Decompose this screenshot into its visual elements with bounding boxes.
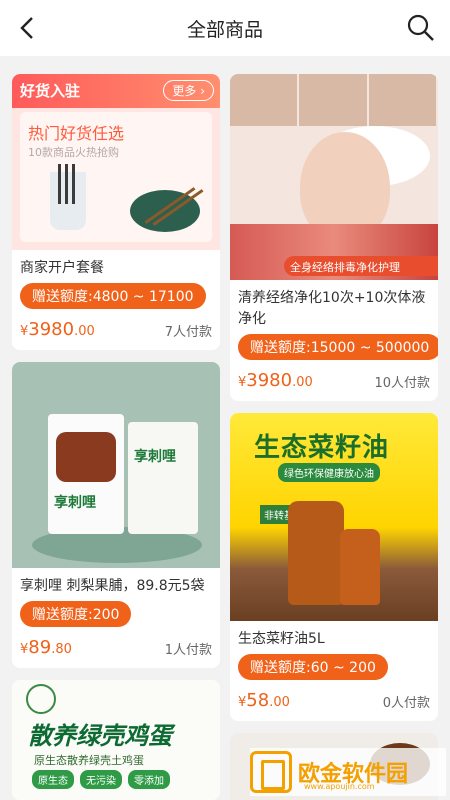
feature-chip: 原生态: [32, 770, 74, 789]
product-image: 好货入驻 更多 › 热门好货任选 10款商品火热抢购: [12, 74, 220, 250]
snack-bag-image: 享刺哩: [128, 422, 198, 534]
quota-badge: 赠送额度:15000 ~ 500000: [238, 334, 438, 360]
bag-label: 享刺哩: [134, 449, 176, 465]
image-subtitle: 绿色环保健康放心油: [278, 463, 380, 482]
more-button[interactable]: 更多 ›: [163, 80, 214, 101]
page-title: 全部商品: [186, 18, 263, 41]
brand-logo-icon: [26, 684, 56, 714]
product-price: ¥89.80: [20, 637, 72, 658]
product-column-right: 全身经络排毒净化护理 清养经络净化10次+10次体液净化 赠送额度:15000 …: [230, 74, 438, 800]
product-image: 散养绿壳鸡蛋 原生态散养绿壳土鸡蛋 原生态 无污染 零添加: [12, 680, 220, 800]
promo-header: 好货入驻 更多 ›: [12, 74, 220, 108]
oil-bottle-image: [340, 529, 380, 605]
watermark: 欧金软件园 www.apoujin.com: [250, 748, 446, 796]
product-price: ¥58.00: [238, 690, 290, 711]
top-bar: 全部商品: [0, 0, 450, 56]
image-subtitle: 原生态散养绿壳土鸡蛋: [34, 754, 144, 767]
product-name: 享刺哩 刺梨果脯，89.8元5袋: [20, 578, 205, 594]
product-price: ¥3980.00: [238, 370, 313, 391]
snack-bag-image: 享刺哩: [48, 414, 124, 534]
product-name: 商家开户套餐: [20, 260, 104, 276]
chopstick-holder-image: [50, 172, 86, 230]
product-image: 生态菜籽油 绿色环保健康放心油 非转基因: [230, 413, 438, 621]
product-image: 享刺哩 享刺哩: [12, 362, 220, 568]
product-price: ¥3980.00: [20, 319, 95, 340]
feature-chip: 无污染: [80, 770, 122, 789]
paid-count: 0人付款: [382, 696, 430, 711]
promo-headline: 热门好货任选: [28, 124, 125, 143]
quota-badge: 赠送额度:200: [20, 601, 132, 627]
feature-chip: 零添加: [128, 770, 170, 789]
paid-count: 7人付款: [164, 325, 212, 340]
product-card[interactable]: 散养绿壳鸡蛋 原生态散养绿壳土鸡蛋 原生态 无污染 零添加: [12, 680, 220, 800]
promo-badge: 好货入驻: [20, 82, 81, 100]
watermark-logo-icon: [250, 751, 292, 793]
product-card[interactable]: 好货入驻 更多 › 热门好货任选 10款商品火热抢购 商家开户套餐 赠送额度:4…: [12, 74, 220, 350]
quota-badge: 赠送额度:60 ~ 200: [238, 654, 388, 680]
promo-panel: 热门好货任选 10款商品火热抢购: [20, 112, 212, 242]
quota-badge: 赠送额度:4800 ~ 17100: [20, 283, 206, 309]
paid-count: 1人付款: [164, 643, 212, 658]
image-banner: 全身经络排毒净化护理: [284, 256, 438, 276]
product-name: 生态菜籽油5L: [238, 631, 325, 647]
watermark-url: www.apoujin.com: [304, 782, 375, 791]
product-card[interactable]: 享刺哩 享刺哩 享刺哩 刺梨果脯，89.8元5袋 赠送额度:200 ¥89.80…: [12, 362, 220, 668]
back-chevron-icon[interactable]: [14, 14, 42, 42]
bag-label: 享刺哩: [54, 495, 96, 511]
paid-count: 10人付款: [374, 376, 430, 391]
product-card[interactable]: 全身经络排毒净化护理 清养经络净化10次+10次体液净化 赠送额度:15000 …: [230, 74, 438, 401]
image-title: 散养绿壳鸡蛋: [28, 722, 172, 750]
product-column-left: 好货入驻 更多 › 热门好货任选 10款商品火热抢购 商家开户套餐 赠送额度:4…: [12, 74, 220, 800]
product-image: 全身经络排毒净化护理: [230, 74, 438, 280]
product-name: 清养经络净化10次+10次体液净化: [238, 290, 426, 327]
oil-bottle-image: [288, 501, 344, 605]
search-icon[interactable]: [406, 13, 436, 43]
image-title: 生态菜籽油: [254, 433, 390, 463]
promo-subtitle: 10款商品火热抢购: [28, 146, 119, 159]
product-card[interactable]: 生态菜籽油 绿色环保健康放心油 非转基因 生态菜籽油5L 赠送额度:60 ~ 2…: [230, 413, 438, 721]
